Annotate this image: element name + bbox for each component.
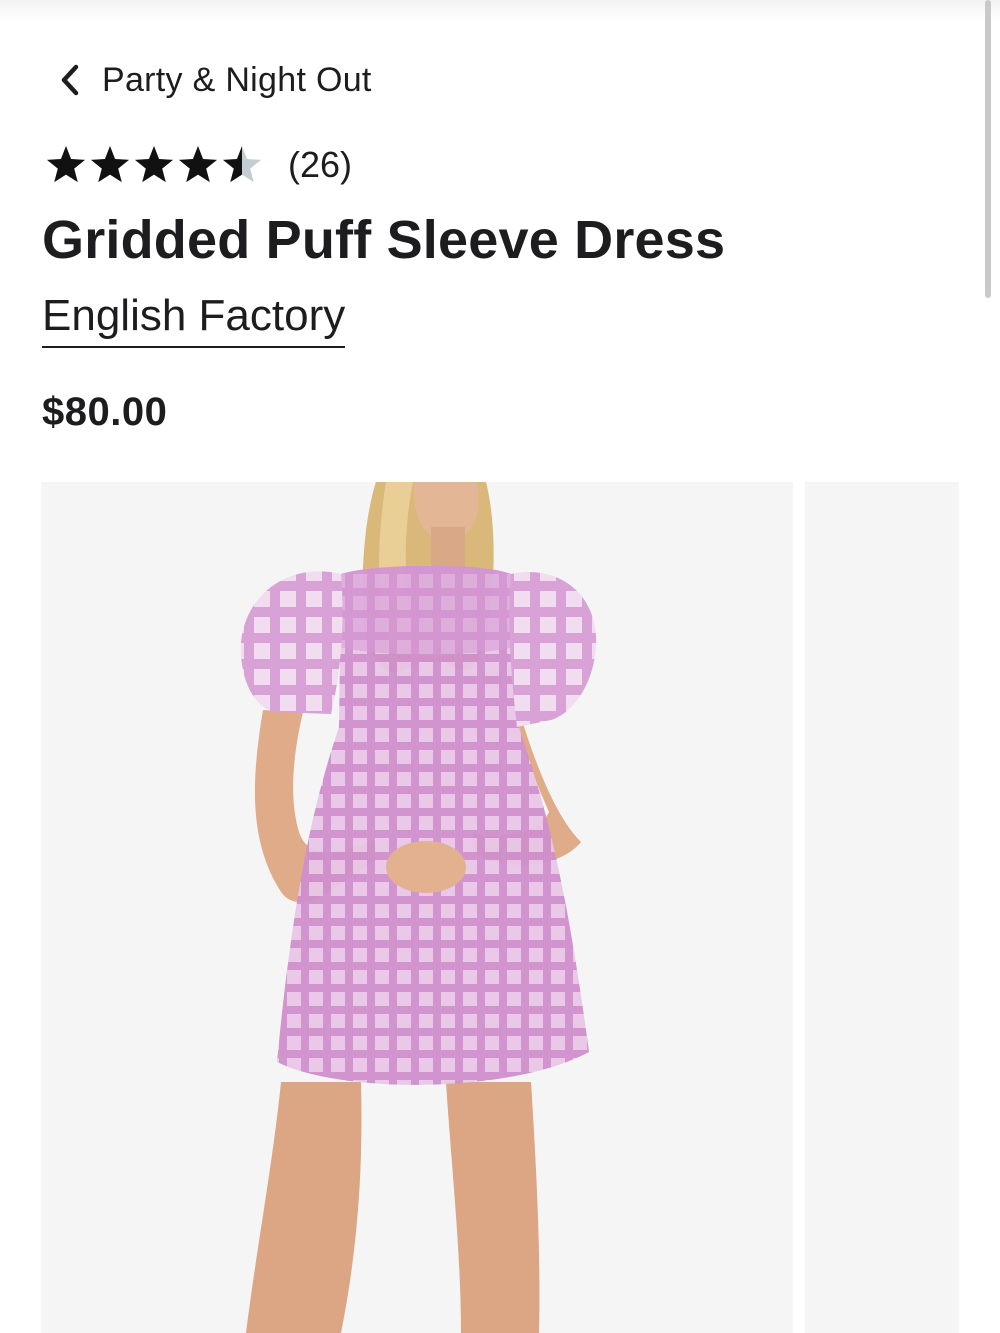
breadcrumb-back-link[interactable]: Party & Night Out <box>56 58 372 102</box>
star-filled-icon <box>90 146 130 183</box>
star-filled-icon <box>222 146 242 183</box>
star-filled-icon <box>134 146 174 183</box>
status-bar-area <box>0 0 1000 22</box>
star-filled-icon <box>178 146 218 183</box>
breadcrumb-label: Party & Night Out <box>102 60 372 99</box>
product-photo <box>240 482 597 1333</box>
star-rating <box>44 144 266 186</box>
rating-summary[interactable]: (26) <box>44 142 352 188</box>
chevron-left-icon <box>61 64 79 96</box>
product-price: $80.00 <box>42 390 168 434</box>
star-filled-icon <box>46 146 86 183</box>
review-count: (26) <box>288 144 353 185</box>
brand-link[interactable]: English Factory <box>42 288 346 348</box>
page-scrollbar[interactable] <box>985 0 991 298</box>
product-image-gallery[interactable] <box>41 482 959 1333</box>
product-image-main[interactable] <box>41 482 793 1333</box>
product-title: Gridded Puff Sleeve Dress <box>42 210 726 270</box>
star-rating-fill <box>44 144 242 186</box>
product-image-next-peek[interactable] <box>805 482 959 1333</box>
